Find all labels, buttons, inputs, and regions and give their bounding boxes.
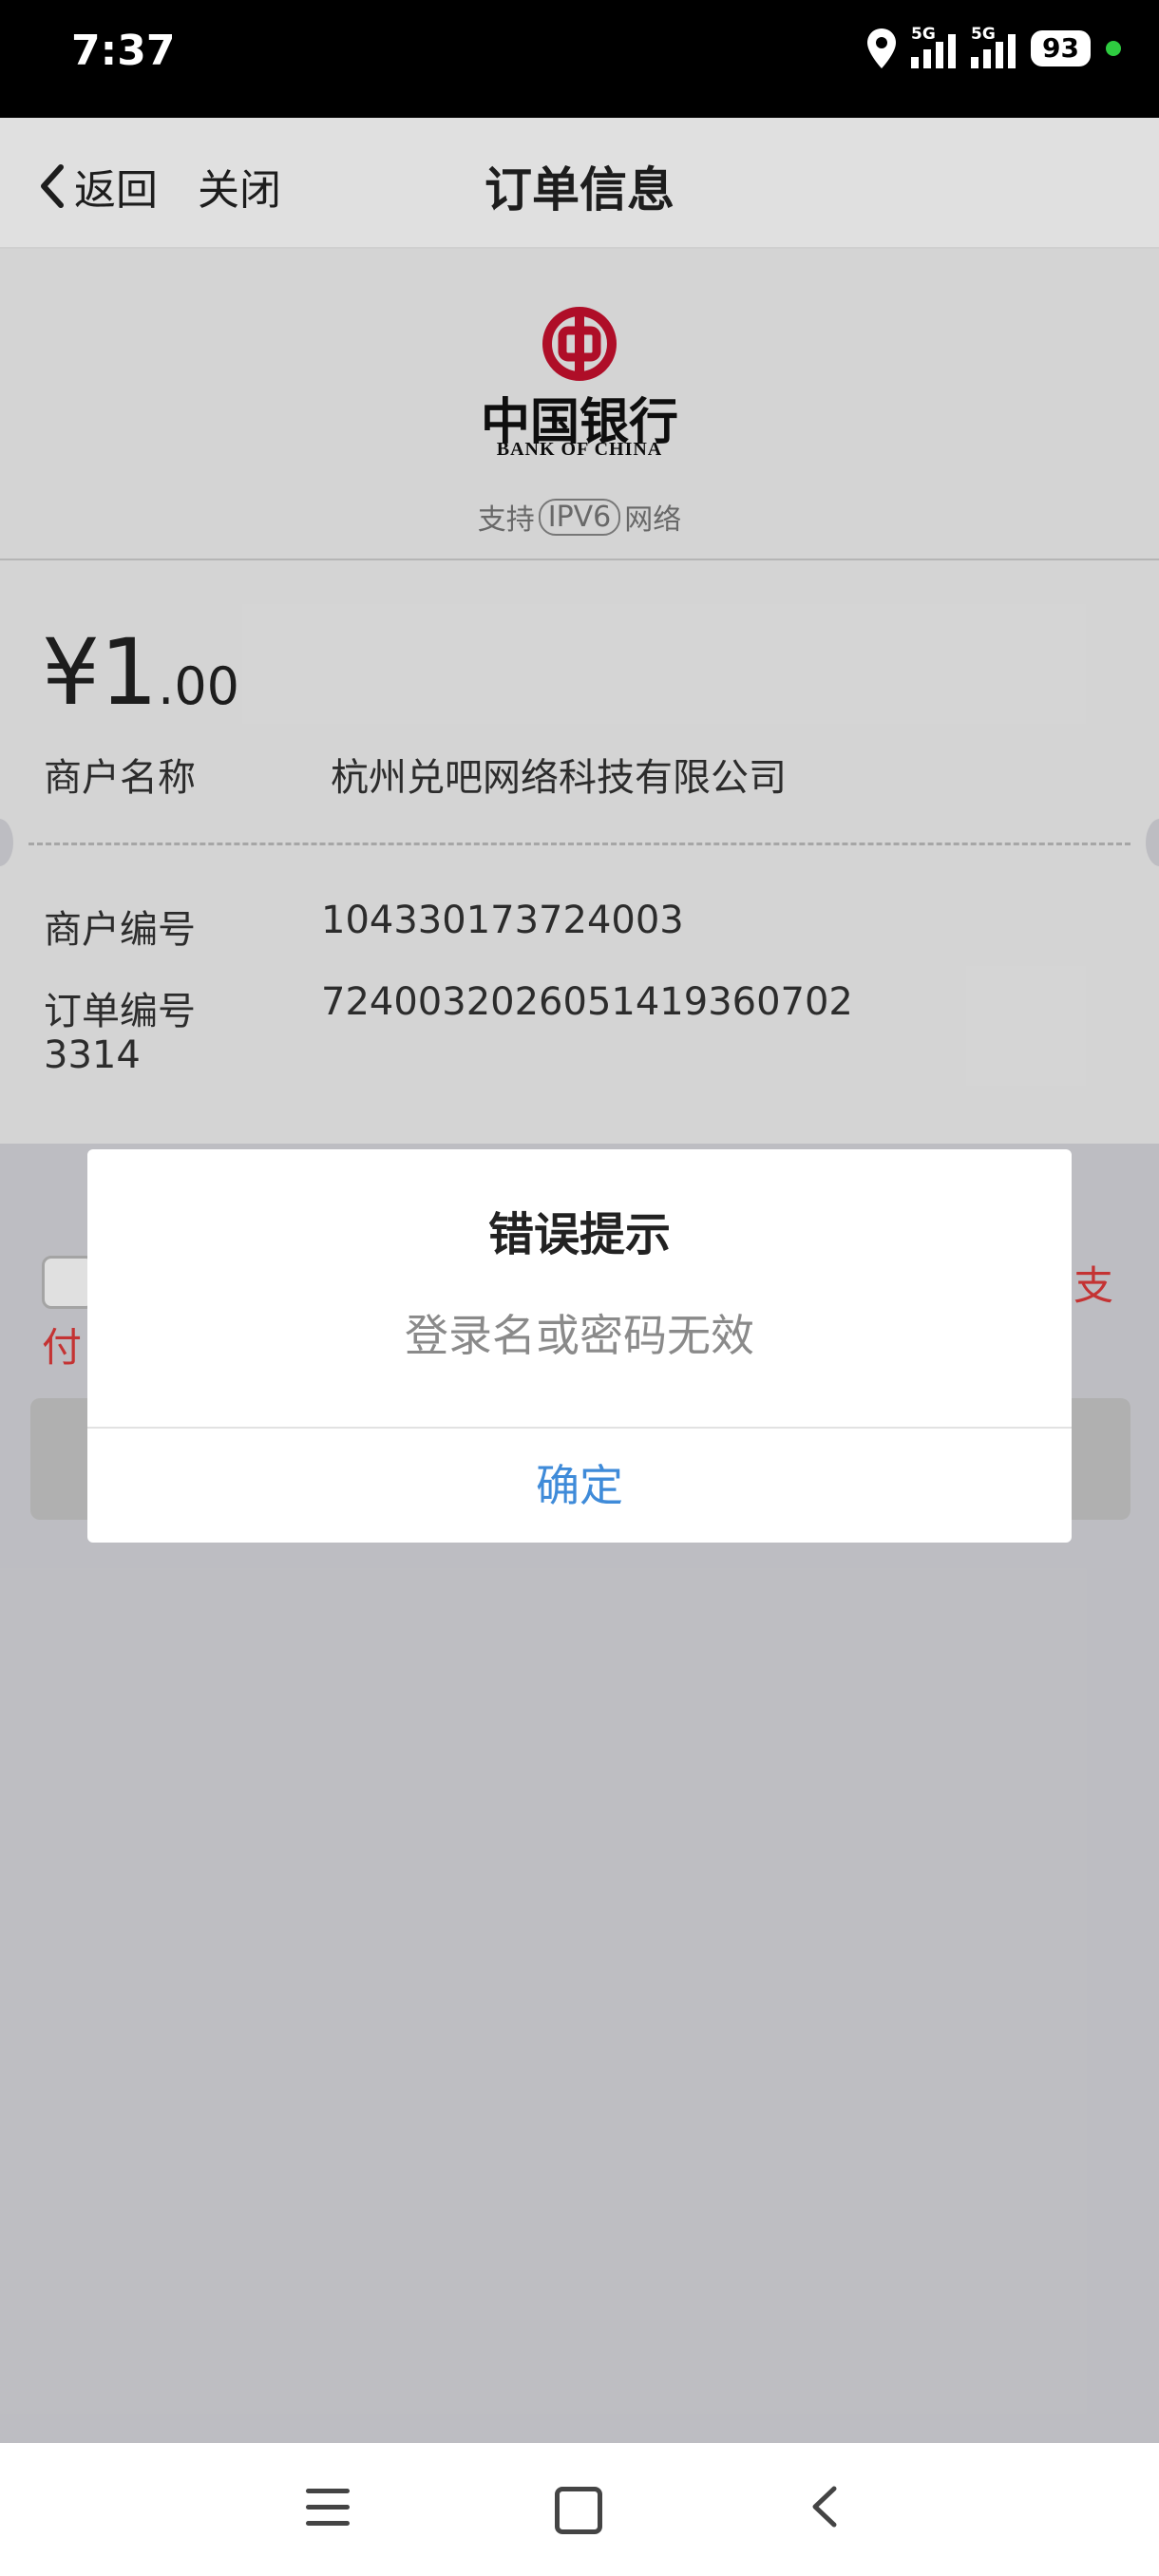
back-icon[interactable]: [808, 2485, 840, 2529]
location-icon: [867, 28, 897, 68]
error-dialog: 错误提示 登录名或密码无效 确定: [87, 1149, 1072, 1543]
dialog-title: 错误提示: [487, 1208, 671, 1261]
home-icon[interactable]: [555, 2487, 602, 2534]
status-icons: 5G 5G 93: [867, 25, 1121, 68]
status-time: 7:37: [71, 27, 176, 75]
dialog-message: 登录名或密码无效: [405, 1310, 754, 1361]
battery-icon: 93: [1031, 30, 1091, 66]
signal-icon: 5G: [971, 25, 1016, 68]
confirm-button[interactable]: 确定: [87, 1429, 1072, 1543]
system-nav-bar: [0, 2443, 1159, 2576]
menu-icon[interactable]: [306, 2489, 350, 2527]
status-bar: 7:37 5G 5G 93: [0, 0, 1159, 118]
signal-icon: 5G: [911, 25, 957, 68]
active-dot-icon: [1106, 41, 1121, 56]
